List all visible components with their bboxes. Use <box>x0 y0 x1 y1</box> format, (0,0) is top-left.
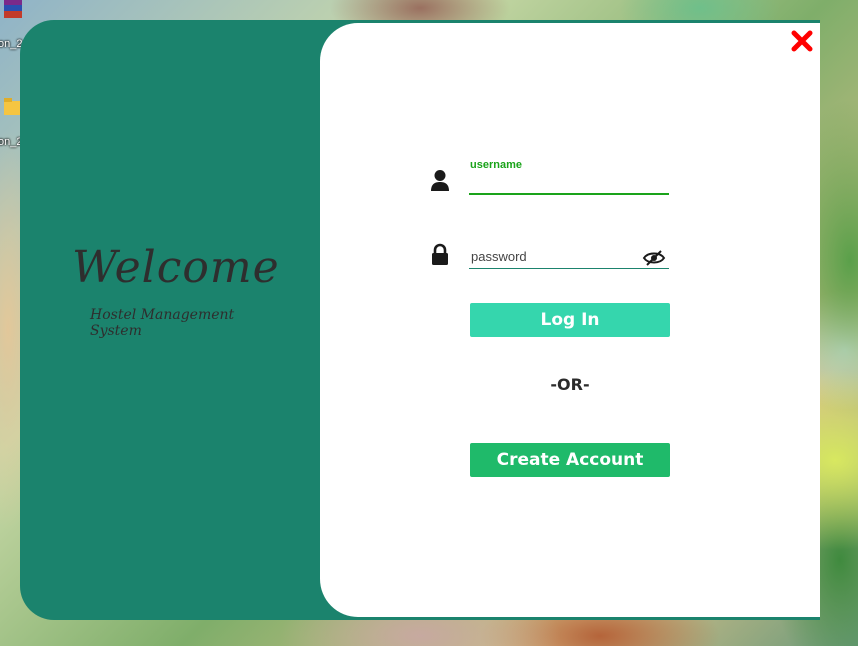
login-button[interactable]: Log In <box>470 303 670 337</box>
eye-slash-icon <box>642 250 666 266</box>
welcome-panel: Welcome Hostel Management System <box>20 20 320 620</box>
welcome-title: Welcome <box>72 242 280 293</box>
desktop-shortcut-folder[interactable]: on_2 <box>0 98 22 148</box>
winrar-archive-icon <box>4 0 22 18</box>
password-input[interactable] <box>469 245 669 269</box>
username-input[interactable] <box>469 173 669 195</box>
close-button[interactable] <box>790 29 814 53</box>
username-label: username <box>470 159 522 171</box>
show-password-toggle[interactable] <box>642 249 666 267</box>
create-account-button[interactable]: Create Account <box>470 443 670 477</box>
user-icon <box>431 170 449 191</box>
or-divider: -OR- <box>550 375 590 394</box>
login-form-panel: username Log In -OR- Create Account <box>320 23 820 617</box>
desktop-shortcut-archive[interactable]: on_2 <box>0 0 22 50</box>
welcome-subtitle: Hostel Management System <box>90 307 235 339</box>
lock-icon <box>432 243 448 265</box>
login-window: Welcome Hostel Management System usernam… <box>20 20 820 620</box>
close-icon <box>791 30 813 52</box>
desktop-wallpaper: on_2 on_2 Welcome Hostel Management Syst… <box>0 0 858 646</box>
